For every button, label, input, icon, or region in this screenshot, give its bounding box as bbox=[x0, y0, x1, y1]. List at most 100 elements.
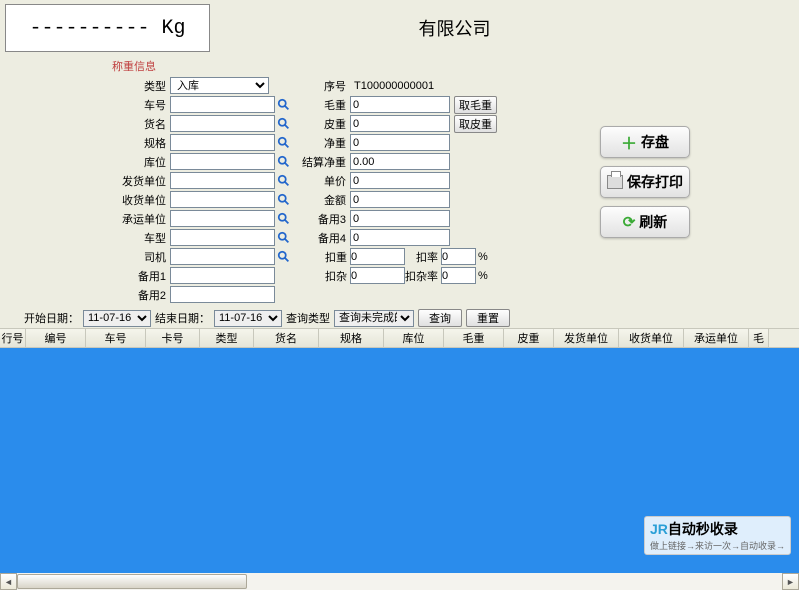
search-icon[interactable] bbox=[276, 249, 292, 265]
spec-input[interactable] bbox=[170, 134, 275, 151]
search-icon[interactable] bbox=[276, 230, 292, 246]
deductmisc-label: 扣杂 bbox=[300, 268, 350, 284]
deductw-input[interactable] bbox=[350, 248, 405, 265]
tare-label: 皮重 bbox=[300, 116, 350, 132]
column-header[interactable]: 库位 bbox=[384, 329, 444, 347]
search-icon[interactable] bbox=[276, 173, 292, 189]
search-icon[interactable] bbox=[276, 192, 292, 208]
column-header[interactable]: 发货单位 bbox=[554, 329, 619, 347]
gross-input[interactable] bbox=[350, 96, 450, 113]
end-date-select[interactable]: 11-07-16 bbox=[214, 310, 282, 327]
watermark-title: 自动秒收录 bbox=[668, 521, 738, 537]
search-icon[interactable] bbox=[276, 154, 292, 170]
search-icon[interactable] bbox=[276, 97, 292, 113]
column-header[interactable]: 皮重 bbox=[504, 329, 554, 347]
scroll-track[interactable] bbox=[17, 573, 782, 590]
pct-label: % bbox=[476, 270, 488, 282]
shipunit-input[interactable] bbox=[170, 172, 275, 189]
grid-header: 行号编号车号卡号类型货名规格库位毛重皮重发货单位收货单位承运单位毛 bbox=[0, 328, 799, 348]
watermark: JR自动秒收录 做上链接→来访一次→自动收录→ bbox=[644, 516, 791, 555]
cartype-input[interactable] bbox=[170, 229, 275, 246]
spec-label: 规格 bbox=[0, 135, 170, 151]
carrier-input[interactable] bbox=[170, 210, 275, 227]
reset-button[interactable]: 重置 bbox=[466, 309, 510, 327]
column-header[interactable]: 车号 bbox=[86, 329, 146, 347]
plus-icon: ＋ bbox=[621, 130, 637, 154]
search-icon[interactable] bbox=[276, 211, 292, 227]
pct-label: % bbox=[476, 251, 488, 263]
search-icon[interactable] bbox=[276, 135, 292, 151]
query-type-select[interactable]: 查询未完成的记录 bbox=[334, 310, 414, 327]
settle-input[interactable] bbox=[350, 153, 450, 170]
spare3-label: 备用3 bbox=[300, 211, 350, 227]
watermark-subtitle: 做上链接→来访一次→自动收录→ bbox=[650, 541, 785, 551]
spare2-input[interactable] bbox=[170, 286, 275, 303]
query-type-label: 查询类型 bbox=[286, 310, 330, 326]
net-label: 净重 bbox=[300, 135, 350, 151]
shipunit-label: 发货单位 bbox=[0, 173, 170, 189]
spare1-label: 备用1 bbox=[0, 268, 170, 284]
store-label: 库位 bbox=[0, 154, 170, 170]
tare-input[interactable] bbox=[350, 115, 450, 132]
deductmiscrate-input[interactable] bbox=[441, 267, 476, 284]
goods-input[interactable] bbox=[170, 115, 275, 132]
query-bar: 开始日期： 11-07-16 结束日期： 11-07-16 查询类型 查询未完成… bbox=[0, 308, 799, 328]
refresh-icon: ⟳ bbox=[623, 213, 636, 231]
column-header[interactable]: 类型 bbox=[200, 329, 254, 347]
printer-icon bbox=[607, 175, 623, 189]
deductmisc-input[interactable] bbox=[350, 267, 405, 284]
column-header[interactable]: 货名 bbox=[254, 329, 319, 347]
price-input[interactable] bbox=[350, 172, 450, 189]
save-button[interactable]: ＋存盘 bbox=[600, 126, 690, 158]
driver-input[interactable] bbox=[170, 248, 275, 265]
header: ---------- Kg 有限公司 bbox=[0, 0, 799, 56]
column-header[interactable]: 编号 bbox=[26, 329, 86, 347]
company-title: 有限公司 bbox=[210, 15, 799, 41]
spare2-label: 备用2 bbox=[0, 287, 170, 303]
column-header[interactable]: 规格 bbox=[319, 329, 384, 347]
deductrate-label: 扣率 bbox=[405, 249, 441, 265]
column-header[interactable]: 行号 bbox=[0, 329, 26, 347]
search-icon[interactable] bbox=[276, 116, 292, 132]
spare1-input[interactable] bbox=[170, 267, 275, 284]
end-date-label: 结束日期： bbox=[155, 310, 210, 326]
get-tare-button[interactable]: 取皮重 bbox=[454, 115, 497, 133]
column-header[interactable]: 卡号 bbox=[146, 329, 200, 347]
scroll-thumb[interactable] bbox=[17, 574, 247, 589]
driver-label: 司机 bbox=[0, 249, 170, 265]
recvunit-input[interactable] bbox=[170, 191, 275, 208]
deductw-label: 扣重 bbox=[300, 249, 350, 265]
left-column: 类型入库 车号 货名 规格 库位 发货单位 收货单位 承运单位 车型 司机 备用… bbox=[0, 76, 300, 304]
spare4-input[interactable] bbox=[350, 229, 450, 246]
type-select[interactable]: 入库 bbox=[170, 77, 269, 94]
start-date-select[interactable]: 11-07-16 bbox=[83, 310, 151, 327]
goods-label: 货名 bbox=[0, 116, 170, 132]
column-header[interactable]: 承运单位 bbox=[684, 329, 749, 347]
section-title: 称重信息 bbox=[112, 58, 799, 74]
horizontal-scrollbar[interactable]: ◄ ► bbox=[0, 573, 799, 590]
store-input[interactable] bbox=[170, 153, 275, 170]
scroll-left-button[interactable]: ◄ bbox=[0, 573, 17, 590]
carrier-label: 承运单位 bbox=[0, 211, 170, 227]
deductrate-input[interactable] bbox=[441, 248, 476, 265]
form-area: 类型入库 车号 货名 规格 库位 发货单位 收货单位 承运单位 车型 司机 备用… bbox=[0, 76, 799, 308]
refresh-button[interactable]: ⟳刷新 bbox=[600, 206, 690, 238]
settle-label: 结算净重 bbox=[300, 154, 350, 170]
cartype-label: 车型 bbox=[0, 230, 170, 246]
column-header[interactable]: 收货单位 bbox=[619, 329, 684, 347]
amount-input[interactable] bbox=[350, 191, 450, 208]
column-header[interactable]: 毛重 bbox=[444, 329, 504, 347]
scroll-right-button[interactable]: ► bbox=[782, 573, 799, 590]
spare3-input[interactable] bbox=[350, 210, 450, 227]
query-button[interactable]: 查询 bbox=[418, 309, 462, 327]
carno-input[interactable] bbox=[170, 96, 275, 113]
save-print-button[interactable]: 保存打印 bbox=[600, 166, 690, 198]
net-input[interactable] bbox=[350, 134, 450, 151]
weight-display: ---------- Kg bbox=[5, 4, 210, 52]
price-label: 单价 bbox=[300, 173, 350, 189]
get-gross-button[interactable]: 取毛重 bbox=[454, 96, 497, 114]
amount-label: 金额 bbox=[300, 192, 350, 208]
column-header[interactable]: 毛 bbox=[749, 329, 769, 347]
spare4-label: 备用4 bbox=[300, 230, 350, 246]
seq-value: T100000000001 bbox=[350, 80, 434, 92]
